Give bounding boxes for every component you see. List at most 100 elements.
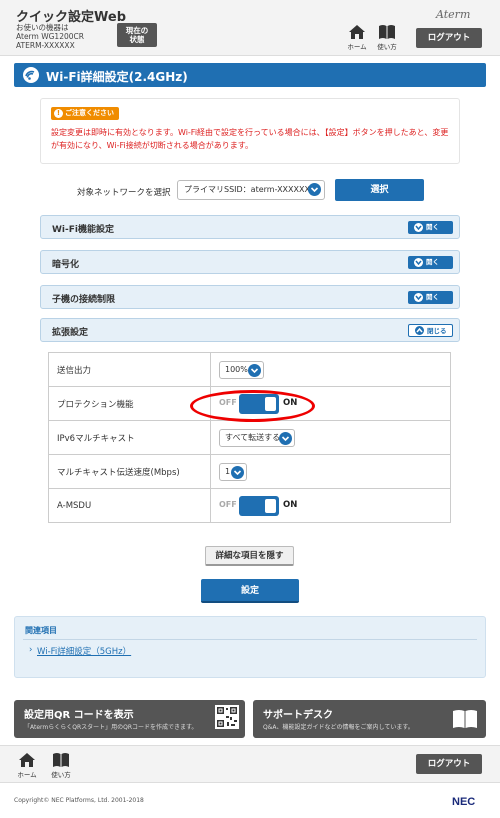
protection-highlight-circle	[190, 390, 315, 422]
setting-label: 送信出力	[48, 352, 211, 387]
caution-text: 設定変更は即時に有効となります。Wi-Fi経由で設定を行っている場合には、【設定…	[51, 128, 449, 150]
toggle-off-label: OFF	[219, 499, 237, 509]
page-title-bar: Wi-Fi詳細設定(2.4GHz)	[14, 63, 486, 87]
qr-code-icon	[215, 705, 239, 729]
divider	[23, 639, 477, 640]
status-line1: 現在の	[125, 26, 149, 35]
ipv6-multicast-select[interactable]: すべて転送する	[219, 428, 295, 447]
hide-details-button[interactable]: 詳細な項目を隠す	[205, 546, 294, 566]
setting-label: マルチキャスト伝送速度(Mbps)	[48, 454, 211, 489]
status-line2: 状態	[129, 35, 145, 44]
setting-label: A-MSDU	[48, 488, 211, 523]
save-button[interactable]: 設定	[201, 579, 299, 603]
device-ssid: ATERM-XXXXXX	[16, 41, 75, 50]
section-label: Wi-Fi機能設定	[52, 225, 114, 235]
amsdu-toggle[interactable]: OFF ON	[219, 495, 311, 516]
home-label: ホーム	[17, 771, 37, 779]
advanced-settings-table: 送信出力 100% プロテクション機能 OFF ON IPv6マルチキャスト す…	[48, 352, 451, 523]
network-select-value: プライマリSSID：aterm-XXXXXX-g	[184, 185, 318, 194]
multicast-rate-select[interactable]: 1	[219, 462, 247, 481]
related-items: 関連項目 Wi-Fi詳細設定（5GHz）	[14, 616, 486, 678]
ipv6-multicast-value: すべて転送する	[225, 432, 281, 442]
alert-icon: !	[54, 109, 63, 118]
network-select-label: 対象ネットワークを選択	[77, 188, 171, 198]
home-nav[interactable]: ホーム	[14, 752, 40, 779]
open-label: 開く	[426, 223, 439, 231]
home-nav[interactable]: ホーム	[344, 24, 370, 51]
footer-nav: ホーム 使い方 ログアウト	[0, 745, 500, 783]
setting-value-cell: 100%	[210, 352, 451, 387]
toggle-on-label: ON	[283, 499, 298, 510]
setting-label: プロテクション機能	[48, 386, 211, 421]
device-model: Aterm WG1200CR	[16, 32, 84, 41]
chevron-down-icon	[414, 258, 423, 267]
aterm-logo: Aterm	[436, 8, 471, 21]
multicast-rate-value: 1	[225, 466, 231, 476]
support-desk-panel[interactable]: サポートデスク Q&A、機能設定ガイドなどの情報をご案内しています。	[253, 700, 486, 738]
setting-value-cell: 1	[210, 454, 451, 489]
select-network-button[interactable]: 選択	[335, 179, 424, 201]
copyright: Copyright© NEC Platforms, Ltd. 2001-2018	[14, 797, 144, 804]
table-row: 送信出力 100%	[48, 352, 451, 387]
device-label: お使いの機器は	[16, 23, 69, 32]
open-label: 開く	[426, 258, 439, 266]
qr-panel-title: 設定用QR コードを表示	[24, 710, 134, 721]
network-select[interactable]: プライマリSSID：aterm-XXXXXX-g	[177, 180, 325, 200]
section-wifi-function[interactable]: Wi-Fi機能設定 開く	[40, 215, 460, 239]
table-row: マルチキャスト伝送速度(Mbps) 1	[48, 454, 451, 489]
chevron-down-icon	[248, 363, 261, 377]
close-label: 閉じる	[427, 327, 447, 335]
setting-value-cell: OFF ON	[210, 488, 451, 523]
related-header: 関連項目	[25, 626, 57, 635]
device-info: お使いの機器は Aterm WG1200CR ATERM-XXXXXX	[16, 23, 84, 50]
current-status-button[interactable]: 現在の 状態	[117, 23, 157, 47]
logout-button[interactable]: ログアウト	[416, 28, 482, 48]
caution-box: ! ご注意ください 設定変更は即時に有効となります。Wi-Fi経由で設定を行ってい…	[40, 98, 460, 164]
home-icon	[19, 753, 35, 767]
guide-label: 使い方	[51, 771, 71, 779]
chevron-down-icon	[231, 465, 244, 479]
section-encryption[interactable]: 暗号化 開く	[40, 250, 460, 274]
book-icon	[453, 710, 477, 728]
open-button[interactable]: 開く	[408, 291, 453, 304]
guide-label: 使い方	[377, 43, 397, 51]
tx-power-select[interactable]: 100%	[219, 360, 264, 379]
header: クイック設定Web お使いの機器は Aterm WG1200CR ATERM-X…	[0, 0, 500, 56]
tx-power-value: 100%	[225, 364, 248, 374]
section-client-restriction[interactable]: 子機の接続制限 開く	[40, 285, 460, 309]
open-label: 開く	[426, 293, 439, 301]
qr-code-panel[interactable]: 設定用QR コードを表示 「AtermらくらくQRスタート」用のQRコードを作成…	[14, 700, 245, 738]
guide-nav[interactable]: 使い方	[48, 752, 74, 779]
section-label: 子機の接続制限	[52, 295, 116, 305]
setting-label: IPv6マルチキャスト	[48, 420, 211, 455]
caution-badge-label: ご注意ください	[65, 109, 114, 117]
wifi-5ghz-link[interactable]: Wi-Fi詳細設定（5GHz）	[29, 645, 131, 657]
guide-nav[interactable]: 使い方	[374, 24, 400, 51]
chevron-down-icon	[279, 431, 292, 445]
chevron-up-icon	[415, 326, 424, 335]
section-advanced[interactable]: 拡張設定 閉じる	[40, 318, 460, 342]
home-label: ホーム	[347, 43, 367, 51]
setting-value-cell: すべて転送する	[210, 420, 451, 455]
close-button[interactable]: 閉じる	[408, 324, 453, 337]
chevron-down-icon	[414, 223, 423, 232]
main-content	[14, 87, 486, 609]
chevron-down-icon	[308, 183, 321, 196]
section-label: 暗号化	[52, 260, 80, 270]
book-icon	[379, 25, 395, 39]
qr-panel-subtitle: 「AtermらくらくQRスタート」用のQRコードを作成できます。	[24, 724, 198, 731]
nec-logo: NEC	[452, 796, 476, 808]
section-label: 拡張設定	[52, 328, 89, 338]
chevron-down-icon	[414, 293, 423, 302]
logout-button[interactable]: ログアウト	[416, 754, 482, 774]
table-row: IPv6マルチキャスト すべて転送する	[48, 420, 451, 455]
wifi-icon	[23, 67, 39, 83]
caution-badge: ! ご注意ください	[51, 107, 119, 120]
open-button[interactable]: 開く	[408, 256, 453, 269]
book-icon	[53, 753, 69, 767]
support-panel-title: サポートデスク	[263, 710, 333, 721]
toggle-knob	[265, 498, 276, 513]
open-button[interactable]: 開く	[408, 221, 453, 234]
home-icon	[349, 25, 365, 39]
support-panel-subtitle: Q&A、機能設定ガイドなどの情報をご案内しています。	[263, 724, 414, 731]
